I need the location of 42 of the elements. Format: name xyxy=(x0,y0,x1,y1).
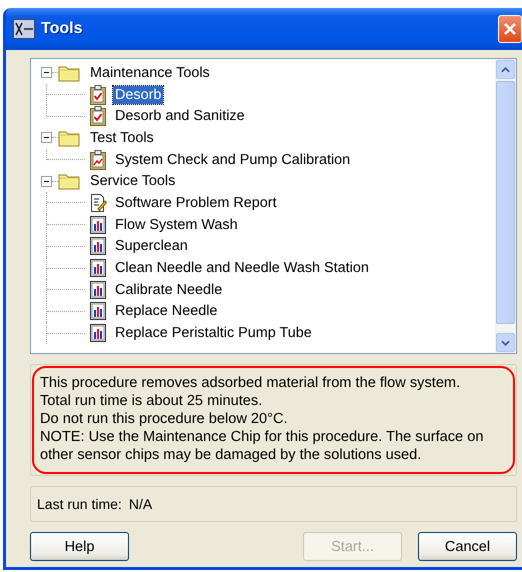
tree-item[interactable]: Clean Needle and Needle Wash Station xyxy=(113,259,371,278)
tree-item[interactable]: Desorb xyxy=(113,86,164,104)
bar-chart-document-icon xyxy=(89,258,107,278)
close-button[interactable] xyxy=(498,15,522,43)
description-text: NOTE: Use the Maintenance Chip for this procedure. The surface on other sensor chips may be damaged by the solutions used. xyxy=(40,428,484,464)
tree-item[interactable]: Software Problem Report xyxy=(113,194,279,212)
collapse-toggle[interactable] xyxy=(41,176,52,187)
tree-item[interactable]: Flow System Wash xyxy=(113,216,240,234)
last-run-label: Last run time: xyxy=(37,496,122,512)
folder-icon xyxy=(58,172,80,190)
folder-icon xyxy=(58,64,80,82)
clipboard-check-icon xyxy=(89,106,107,126)
description-text: This procedure removes adsorbed material from the flow system. xyxy=(40,374,462,392)
close-icon xyxy=(502,21,518,37)
tree-item[interactable]: Maintenance Tools xyxy=(88,64,212,82)
bar-chart-document-icon xyxy=(89,236,107,256)
document-pencil-icon xyxy=(89,192,107,213)
window-title: Tools xyxy=(41,20,84,38)
tree-item[interactable]: Service Tools xyxy=(88,172,178,190)
tree-item[interactable]: Superclean xyxy=(113,237,190,256)
bar-chart-document-icon xyxy=(89,301,107,322)
dialog-button[interactable]: Help xyxy=(30,532,129,561)
vertical-scrollbar[interactable] xyxy=(495,59,516,353)
tree-item[interactable]: Replace Needle xyxy=(113,302,220,320)
description-text: Do not run this procedure below 20°C. xyxy=(40,410,289,428)
dialog-button[interactable]: Cancel xyxy=(418,532,517,561)
tree-item[interactable]: Test Tools xyxy=(88,128,156,147)
app-icon xyxy=(13,19,35,39)
tree-item[interactable]: Desorb and Sanitize xyxy=(113,107,247,126)
last-run-value: N/A xyxy=(128,496,152,512)
bar-chart-document-icon xyxy=(89,323,107,344)
collapse-toggle[interactable] xyxy=(41,132,52,144)
bar-chart-document-icon xyxy=(89,214,107,235)
tree-item[interactable]: Replace Peristaltic Pump Tube xyxy=(113,324,314,342)
tree-item[interactable]: Calibrate Needle xyxy=(113,280,224,299)
description-text: Total run time is about 25 minutes. xyxy=(40,392,264,410)
clipboard-chart-icon xyxy=(89,150,107,170)
collapse-toggle[interactable] xyxy=(41,67,52,78)
tree-item[interactable]: System Check and Pump Calibration xyxy=(113,150,352,169)
bar-chart-document-icon xyxy=(89,280,107,300)
clipboard-check-icon xyxy=(89,84,107,105)
folder-icon xyxy=(58,128,80,147)
